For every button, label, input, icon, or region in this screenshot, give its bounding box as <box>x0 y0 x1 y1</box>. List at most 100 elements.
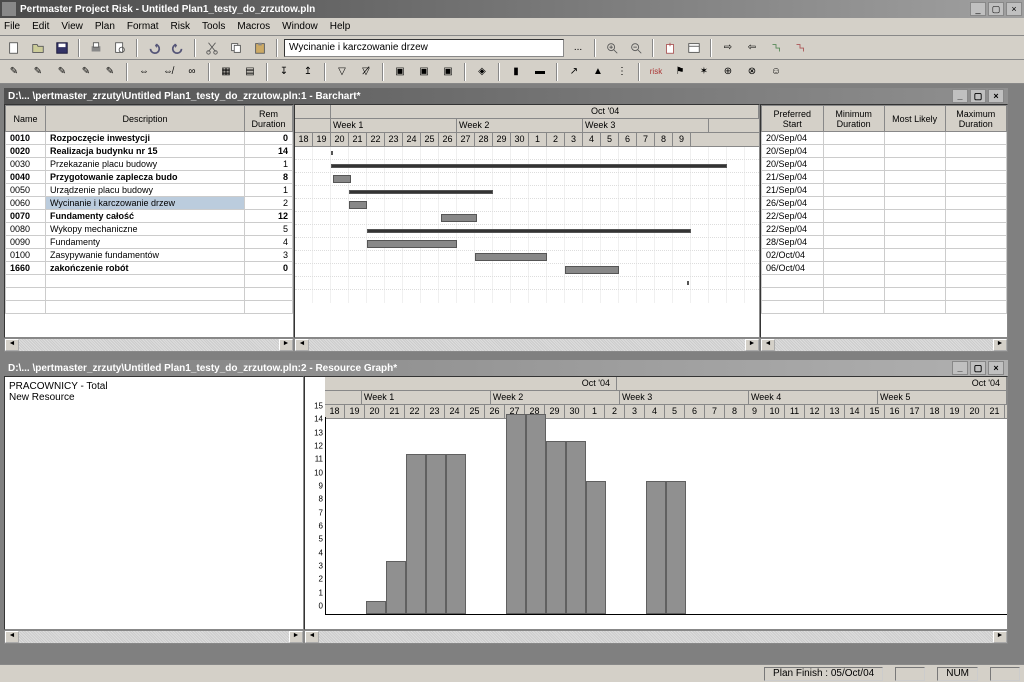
person-icon[interactable]: ☺ <box>766 62 786 82</box>
child2-minimize-button[interactable]: _ <box>952 361 968 375</box>
child2-maximize-button[interactable]: ▢ <box>970 361 986 375</box>
zoom-in-icon[interactable] <box>602 38 622 58</box>
tool-e-icon[interactable]: ✎ <box>100 62 120 82</box>
menu-macros[interactable]: Macros <box>237 21 270 32</box>
chart-bar-icon[interactable]: ▮ <box>506 62 526 82</box>
child-minimize-button[interactable]: _ <box>952 89 968 103</box>
menu-risk[interactable]: Risk <box>171 21 190 32</box>
arrow-left-icon[interactable]: ⇦ <box>742 38 762 58</box>
zoom-out-icon[interactable] <box>626 38 646 58</box>
task-row[interactable]: 0060Wycinanie i karczowanie drzew2 <box>6 197 293 210</box>
menu-file[interactable]: File <box>4 21 20 32</box>
resource-item[interactable]: PRACOWNICY - Total <box>9 381 299 392</box>
col-most-likely[interactable]: Most Likely <box>884 106 945 132</box>
layout-a-icon[interactable]: ▦ <box>216 62 236 82</box>
undo-icon[interactable] <box>144 38 164 58</box>
tool-d-icon[interactable]: ✎ <box>76 62 96 82</box>
date-row[interactable]: 06/Oct/04 <box>762 262 1007 275</box>
col-pref-start[interactable]: Preferred Start <box>762 106 824 132</box>
date-row[interactable]: 21/Sep/04 <box>762 184 1007 197</box>
child-close-button[interactable]: × <box>988 89 1004 103</box>
scrollbar-res-left[interactable]: ◄► <box>4 630 304 644</box>
hierarchy-c-icon[interactable]: ▣ <box>438 62 458 82</box>
sort-asc-icon[interactable]: ↧ <box>274 62 294 82</box>
minimize-button[interactable]: _ <box>970 2 986 16</box>
tool-c-icon[interactable]: ✎ <box>52 62 72 82</box>
task-row[interactable]: 0020Realizacja budynku nr 1514 <box>6 145 293 158</box>
print-icon[interactable] <box>86 38 106 58</box>
task-grid[interactable]: Name Description Rem Duration 0010Rozpoc… <box>4 104 294 338</box>
copy-icon[interactable] <box>226 38 246 58</box>
chart-gantt-icon[interactable]: ▬ <box>530 62 550 82</box>
save-icon[interactable] <box>52 38 72 58</box>
redo-icon[interactable] <box>168 38 188 58</box>
child2-close-button[interactable]: × <box>988 361 1004 375</box>
new-icon[interactable] <box>4 38 24 58</box>
preview-icon[interactable] <box>110 38 130 58</box>
layout-b-icon[interactable]: ▤ <box>240 62 260 82</box>
goto-icon[interactable] <box>660 38 680 58</box>
link-add-icon[interactable] <box>766 38 786 58</box>
menu-view[interactable]: View <box>61 21 83 32</box>
risk-b-icon[interactable]: ✶ <box>694 62 714 82</box>
filter-icon[interactable]: ▽ <box>332 62 352 82</box>
scrollbar-mid[interactable]: ◄► <box>294 338 760 352</box>
unlink-icon[interactable]: ⇎ <box>158 62 178 82</box>
task-row[interactable]: 1660zakończenie robót0 <box>6 262 293 275</box>
date-row[interactable]: 20/Sep/04 <box>762 132 1007 145</box>
date-row[interactable]: 21/Sep/04 <box>762 171 1007 184</box>
scrollbar-right[interactable]: ◄► <box>760 338 1008 352</box>
sort-desc-icon[interactable]: ↥ <box>298 62 318 82</box>
resource-item[interactable]: New Resource <box>9 392 299 403</box>
child-maximize-button[interactable]: ▢ <box>970 89 986 103</box>
barchart-titlebar[interactable]: D:\... \pertmaster_zrzuty\Untitled Plan1… <box>4 88 1008 104</box>
cube-icon[interactable]: ◈ <box>472 62 492 82</box>
resource-titlebar[interactable]: D:\... \pertmaster_zrzuty\Untitled Plan1… <box>4 360 1008 376</box>
task-row[interactable]: 0050Urządzenie placu budowy1 <box>6 184 293 197</box>
risk-icon[interactable]: risk <box>646 62 666 82</box>
task-row[interactable]: 0090Fundamenty4 <box>6 236 293 249</box>
hierarchy-b-icon[interactable]: ▣ <box>414 62 434 82</box>
chart-line-icon[interactable]: ↗ <box>564 62 584 82</box>
menu-window[interactable]: Window <box>282 21 318 32</box>
scrollbar-res-right[interactable]: ◄► <box>304 630 1008 644</box>
ellipsis-icon[interactable]: ... <box>568 38 588 58</box>
cut-icon[interactable] <box>202 38 222 58</box>
chart-area-icon[interactable]: ▲ <box>588 62 608 82</box>
risk-a-icon[interactable]: ⚑ <box>670 62 690 82</box>
menu-tools[interactable]: Tools <box>202 21 225 32</box>
arrow-right-icon[interactable]: ⇨ <box>718 38 738 58</box>
task-row[interactable]: 0070Fundamenty całość12 <box>6 210 293 223</box>
task-row[interactable]: 0030Przekazanie placu budowy1 <box>6 158 293 171</box>
date-row[interactable]: 02/Oct/04 <box>762 249 1007 262</box>
col-max-dur[interactable]: Maximum Duration <box>945 106 1006 132</box>
task-row[interactable]: 0010Rozpoczęcie inwestycji0 <box>6 132 293 145</box>
resource-list[interactable]: PRACOWNICY - Total New Resource <box>4 376 304 630</box>
date-row[interactable]: 22/Sep/04 <box>762 210 1007 223</box>
date-row[interactable]: 20/Sep/04 <box>762 158 1007 171</box>
calendar-icon[interactable] <box>684 38 704 58</box>
scrollbar-left[interactable]: ◄► <box>4 338 294 352</box>
col-description[interactable]: Description <box>46 106 245 132</box>
menu-format[interactable]: Format <box>127 21 159 32</box>
dates-grid[interactable]: Preferred Start Minimum Duration Most Li… <box>760 104 1008 338</box>
risk-d-icon[interactable]: ⊗ <box>742 62 762 82</box>
menu-plan[interactable]: Plan <box>95 21 115 32</box>
tool-a-icon[interactable]: ✎ <box>4 62 24 82</box>
date-row[interactable]: 28/Sep/04 <box>762 236 1007 249</box>
task-row[interactable]: 0040Przygotowanie zaplecza budo8 <box>6 171 293 184</box>
maximize-button[interactable]: ▢ <box>988 2 1004 16</box>
hierarchy-a-icon[interactable]: ▣ <box>390 62 410 82</box>
chart-scatter-icon[interactable]: ⋮ <box>612 62 632 82</box>
open-icon[interactable] <box>28 38 48 58</box>
date-row[interactable]: 20/Sep/04 <box>762 145 1007 158</box>
close-button[interactable]: × <box>1006 2 1022 16</box>
chain-icon[interactable]: ∞ <box>182 62 202 82</box>
link-del-icon[interactable] <box>790 38 810 58</box>
date-row[interactable]: 22/Sep/04 <box>762 223 1007 236</box>
task-row[interactable]: 0080Wykopy mechaniczne5 <box>6 223 293 236</box>
risk-c-icon[interactable]: ⊕ <box>718 62 738 82</box>
col-min-dur[interactable]: Minimum Duration <box>823 106 884 132</box>
paste-icon[interactable] <box>250 38 270 58</box>
menu-help[interactable]: Help <box>330 21 351 32</box>
